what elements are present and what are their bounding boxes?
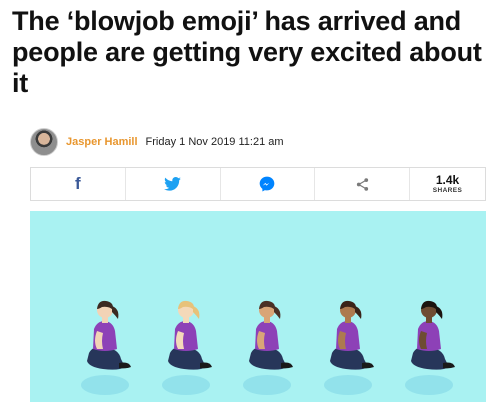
share-bar: f 1.4k SHARES xyxy=(30,167,486,201)
twitter-icon xyxy=(164,177,182,191)
kneeling-woman-emoji xyxy=(243,300,293,395)
share-count: 1.4k SHARES xyxy=(410,168,485,200)
kneeling-woman-emoji xyxy=(162,300,212,395)
share-count-label: SHARES xyxy=(432,187,463,194)
article-image[interactable] xyxy=(30,211,486,402)
byline: Jasper Hamill Friday 1 Nov 2019 11:21 am xyxy=(30,127,284,157)
author-avatar[interactable] xyxy=(30,128,58,156)
share-count-value: 1.4k xyxy=(435,173,460,187)
share-icon xyxy=(356,177,368,191)
publish-date: Friday 1 Nov 2019 11:21 am xyxy=(145,136,284,148)
kneeling-woman-emoji xyxy=(324,300,374,395)
share-messenger-button[interactable] xyxy=(221,168,316,200)
share-generic-button[interactable] xyxy=(315,168,410,200)
messenger-icon xyxy=(260,176,275,192)
share-twitter-button[interactable] xyxy=(126,168,221,200)
share-facebook-button[interactable]: f xyxy=(31,168,126,200)
facebook-icon: f xyxy=(75,174,81,193)
article-headline: The ‘blowjob emoji’ has arrived and peop… xyxy=(12,6,482,98)
author-name[interactable]: Jasper Hamill xyxy=(66,136,138,148)
kneeling-woman-emoji xyxy=(405,300,455,395)
kneeling-woman-emoji xyxy=(81,300,131,395)
